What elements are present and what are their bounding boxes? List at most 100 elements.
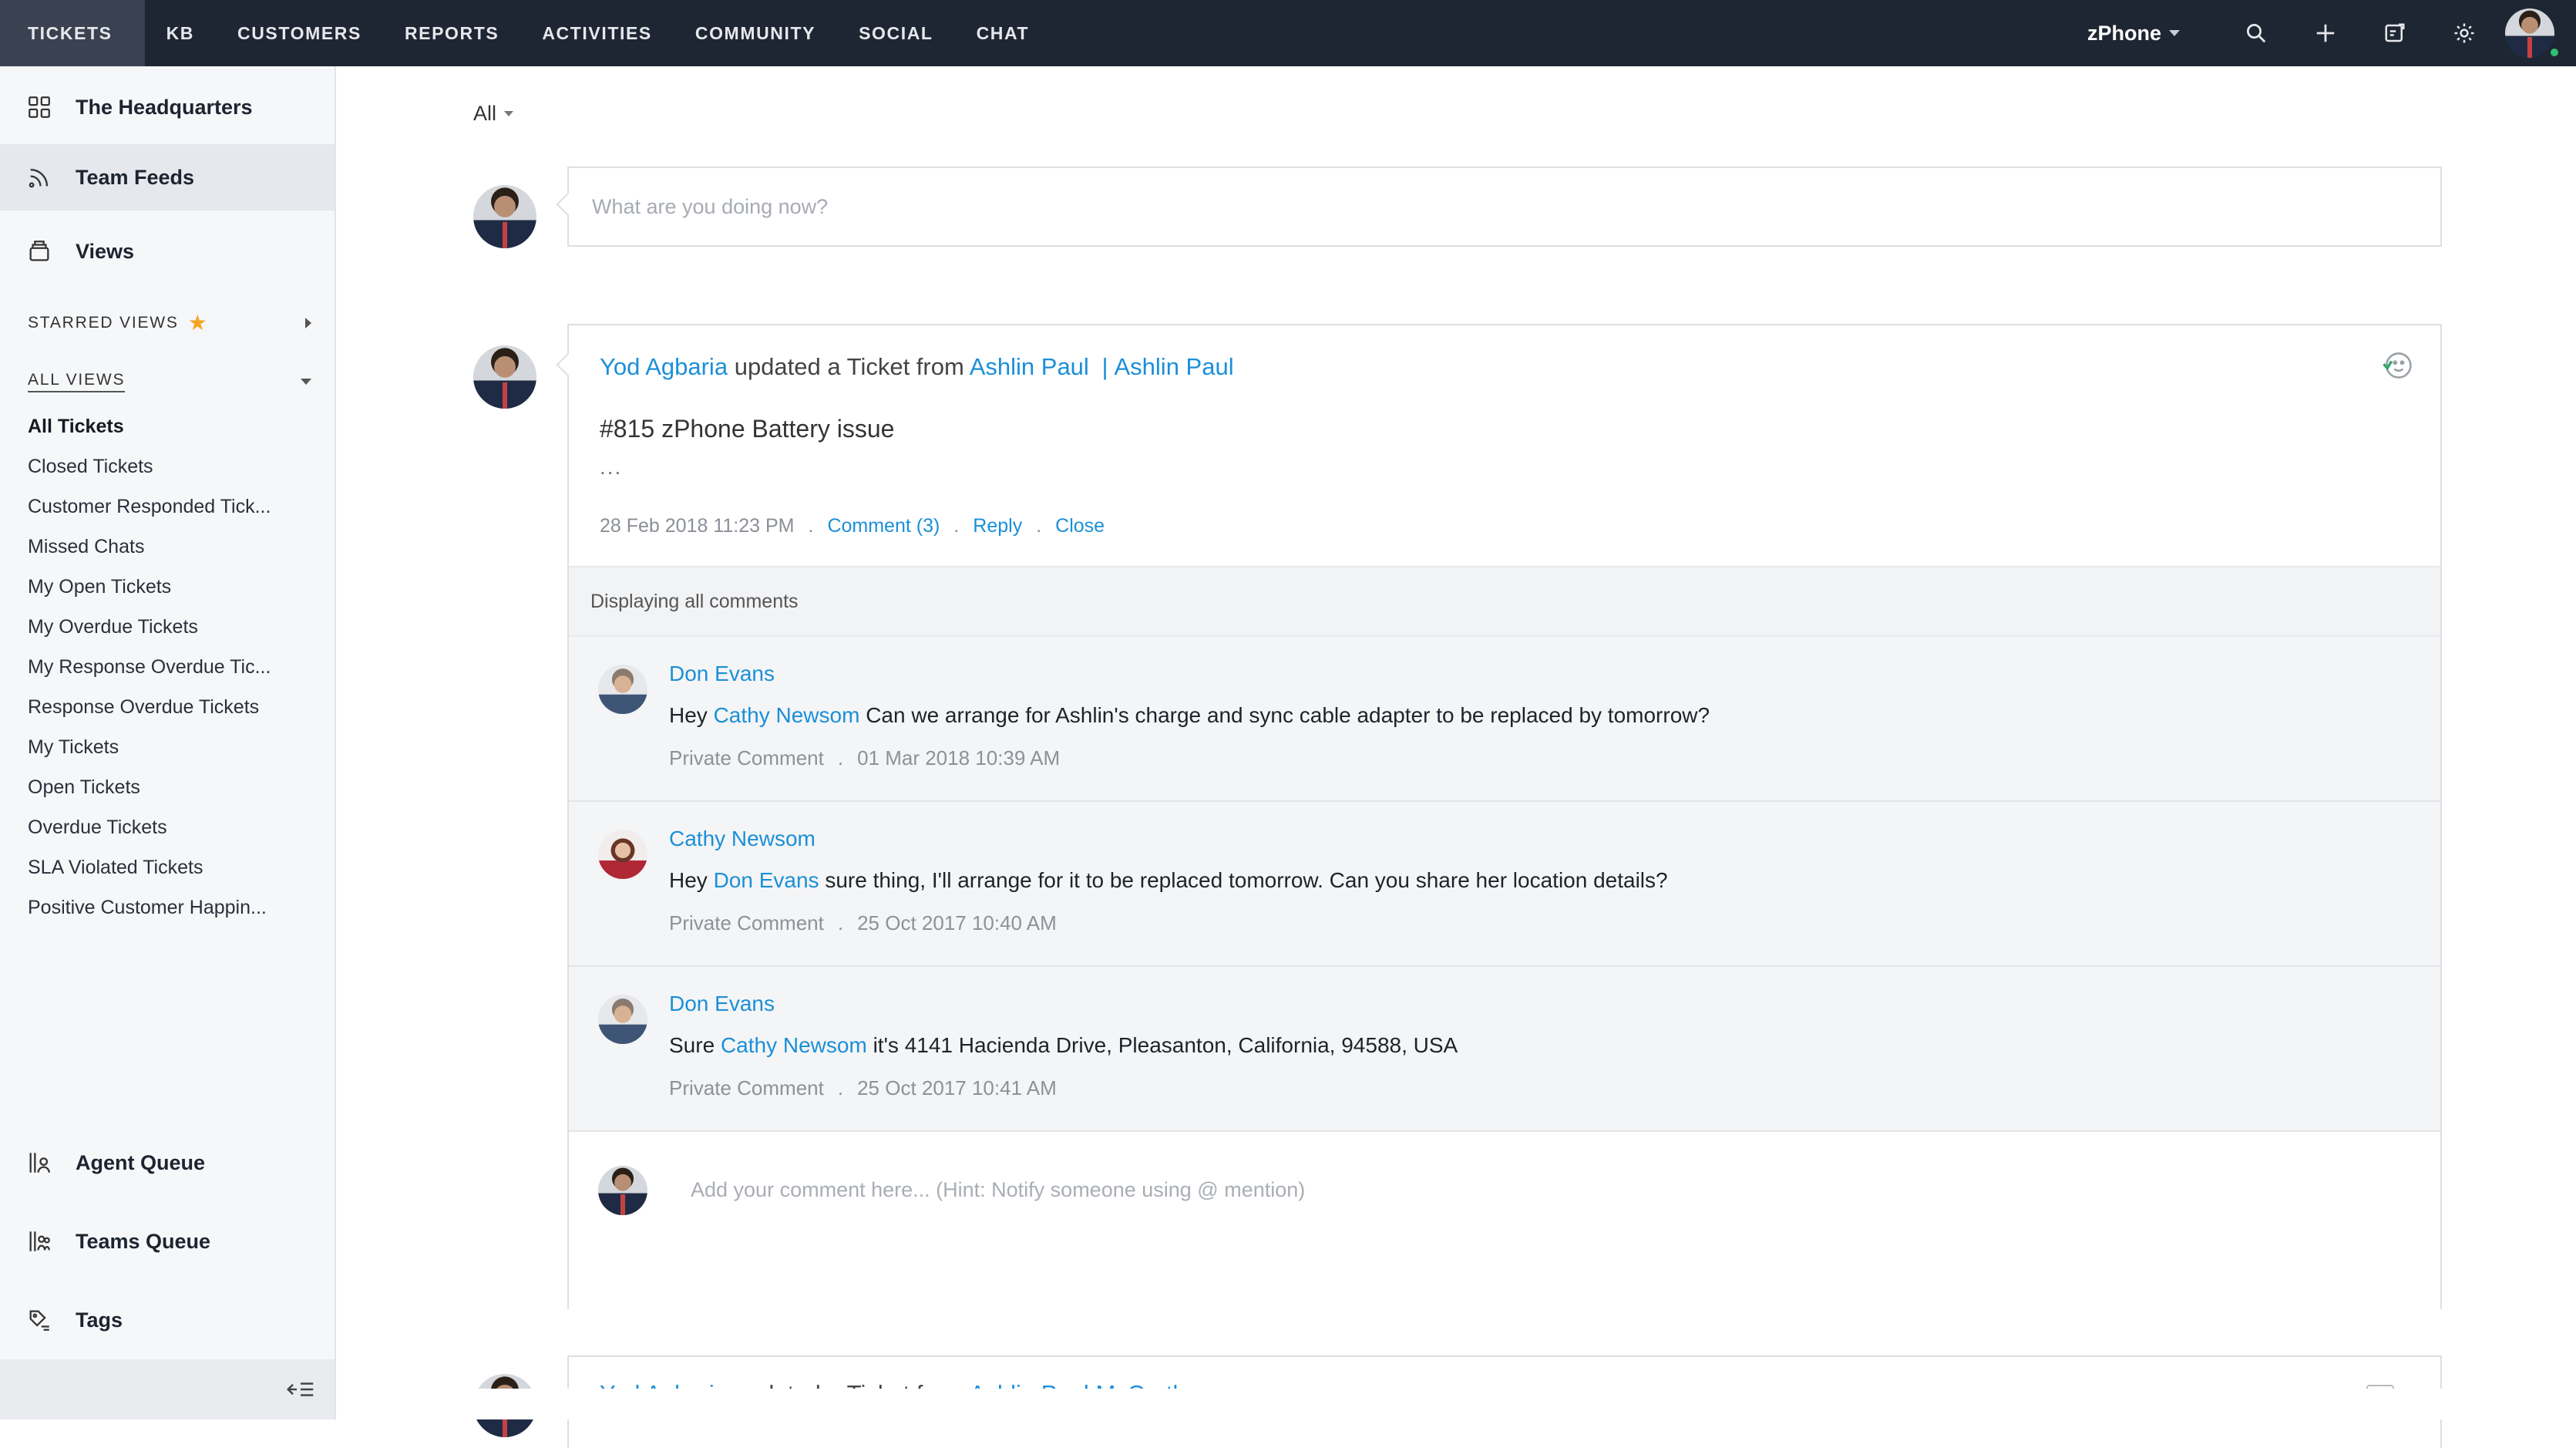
- teams-queue-icon: [29, 1231, 50, 1251]
- sidebar: The Headquarters Team Feeds Views STARRE…: [0, 66, 336, 1419]
- view-closed-tickets[interactable]: Closed Tickets: [0, 446, 335, 487]
- ticket-title[interactable]: #815 zPhone Battery issue: [600, 415, 894, 443]
- feed-card: Yod Agbaria updated a Ticket from Ashlin…: [567, 324, 2442, 1309]
- section-label: STARRED VIEWS: [28, 314, 179, 332]
- top-navigation-bar: TICKETS KB CUSTOMERS REPORTS ACTIVITIES …: [0, 0, 2576, 66]
- comments-header: Displaying all comments: [569, 566, 2440, 637]
- comment-time: 25 Oct 2017 10:40 AM: [857, 911, 1057, 934]
- comment-author[interactable]: Cathy Newsom: [669, 827, 816, 851]
- tab-community[interactable]: COMMUNITY: [674, 0, 837, 66]
- meta-separator: .: [1036, 515, 1042, 537]
- views-icon: [29, 241, 49, 261]
- sidebar-item-label: The Headquarters: [76, 95, 253, 119]
- tab-chat[interactable]: CHAT: [955, 0, 1051, 66]
- star-icon: ★: [187, 311, 209, 335]
- mention-link[interactable]: Cathy Newsom: [714, 703, 860, 727]
- comment-author[interactable]: Don Evans: [669, 662, 775, 686]
- avatar: [598, 665, 647, 714]
- feed-card-meta: 28 Feb 2018 11:23 PM . Comment (3) . Rep…: [600, 515, 1105, 537]
- avatar: [473, 345, 536, 409]
- view-missed-chats[interactable]: Missed Chats: [0, 527, 335, 567]
- search-icon[interactable]: [2221, 0, 2291, 66]
- collapse-icon: [286, 1382, 314, 1396]
- view-my-response-overdue[interactable]: My Response Overdue Tic...: [0, 647, 335, 687]
- more-content-ellipsis[interactable]: ...: [600, 455, 622, 480]
- grid-icon: [29, 96, 50, 118]
- views-list: All Tickets Closed Tickets Customer Resp…: [0, 406, 335, 928]
- sidebar-item-team-feeds[interactable]: Team Feeds: [0, 144, 335, 210]
- viewport-bottom-edge: [336, 1389, 2576, 1419]
- comment-author[interactable]: Don Evans: [669, 992, 775, 1016]
- starred-views-section[interactable]: STARRED VIEWS ★: [0, 303, 335, 343]
- happiness-rating-icon[interactable]: [2380, 349, 2414, 382]
- sidebar-item-views[interactable]: Views: [0, 224, 335, 278]
- view-all-tickets[interactable]: All Tickets: [0, 406, 335, 446]
- meta-separator: .: [837, 746, 844, 769]
- collapse-sidebar-button[interactable]: [0, 1359, 335, 1419]
- gear-icon[interactable]: [2430, 0, 2499, 66]
- comment-type: Private Comment: [669, 911, 824, 934]
- reply-comment-input[interactable]: Add your comment here... (Hint: Notify s…: [691, 1178, 1305, 1202]
- account-link[interactable]: Ashlin Paul: [1115, 353, 1234, 380]
- reply-link[interactable]: Reply: [973, 515, 1022, 537]
- comment-meta: Private Comment . 25 Oct 2017 10:40 AM: [669, 911, 1057, 935]
- tab-kb[interactable]: KB: [145, 0, 216, 66]
- feed-filter-dropdown[interactable]: All: [473, 102, 514, 126]
- chevron-down-icon: [504, 111, 514, 116]
- view-overdue-tickets[interactable]: Overdue Tickets: [0, 807, 335, 847]
- tab-reports[interactable]: REPORTS: [383, 0, 520, 66]
- sidebar-item-tags[interactable]: Tags: [0, 1281, 335, 1359]
- contact-link[interactable]: Ashlin Paul: [970, 353, 1089, 380]
- view-my-tickets[interactable]: My Tickets: [0, 727, 335, 767]
- chevron-down-icon: [301, 379, 311, 385]
- actor-link[interactable]: Yod Agbaria: [600, 353, 728, 380]
- sidebar-item-teams-queue[interactable]: Teams Queue: [0, 1202, 335, 1281]
- sidebar-item-label: Teams Queue: [76, 1229, 211, 1253]
- reply-comment-box[interactable]: Add your comment here... (Hint: Notify s…: [569, 1132, 2440, 1309]
- avatar: [598, 1166, 647, 1215]
- avatar: [598, 830, 647, 879]
- comment-text: Hey Don Evans sure thing, I'll arrange f…: [669, 868, 1668, 893]
- view-customer-responded[interactable]: Customer Responded Tick...: [0, 487, 335, 527]
- view-sla-violated[interactable]: SLA Violated Tickets: [0, 847, 335, 887]
- comment-body: Can we arrange for Ashlin's charge and s…: [866, 703, 1710, 727]
- comment-item: Don Evans Hey Cathy Newsom Can we arrang…: [569, 637, 2440, 802]
- tab-customers[interactable]: CUSTOMERS: [216, 0, 383, 66]
- status-compose-input[interactable]: What are you doing now?: [567, 167, 2442, 247]
- view-response-overdue[interactable]: Response Overdue Tickets: [0, 687, 335, 727]
- sidebar-item-agent-queue[interactable]: Agent Queue: [0, 1123, 335, 1202]
- sidebar-item-headquarters[interactable]: The Headquarters: [0, 83, 335, 132]
- section-label: ALL VIEWS: [28, 371, 126, 392]
- filter-value: All: [473, 102, 497, 125]
- comment-type: Private Comment: [669, 1076, 824, 1099]
- plus-icon[interactable]: [2291, 0, 2360, 66]
- feed-card-header: Yod Agbaria updated a Ticket from Ashlin…: [600, 353, 1234, 381]
- comment-prefix: Sure: [669, 1033, 715, 1057]
- compose-icon[interactable]: [2360, 0, 2430, 66]
- close-link[interactable]: Close: [1055, 515, 1105, 537]
- mention-link[interactable]: Cathy Newsom: [721, 1033, 867, 1057]
- tab-activities[interactable]: ACTIVITIES: [520, 0, 674, 66]
- sidebar-item-label: Views: [76, 239, 135, 263]
- online-status-icon: [2548, 46, 2561, 59]
- comment-meta: Private Comment . 25 Oct 2017 10:41 AM: [669, 1076, 1057, 1100]
- agent-queue-icon: [29, 1153, 50, 1173]
- view-open-tickets[interactable]: Open Tickets: [0, 767, 335, 807]
- sidebar-item-label: Agent Queue: [76, 1150, 206, 1174]
- chevron-right-icon: [305, 318, 311, 328]
- all-views-section[interactable]: ALL VIEWS: [0, 362, 335, 402]
- view-my-overdue-tickets[interactable]: My Overdue Tickets: [0, 607, 335, 647]
- department-selector[interactable]: zPhone: [2087, 22, 2180, 45]
- view-my-open-tickets[interactable]: My Open Tickets: [0, 567, 335, 607]
- comment-link[interactable]: Comment (3): [827, 515, 940, 537]
- view-positive-happiness[interactable]: Positive Customer Happin...: [0, 887, 335, 928]
- feed-icon: [29, 168, 49, 188]
- comment-time: 01 Mar 2018 10:39 AM: [857, 746, 1061, 769]
- topbar-actions: zPhone: [2087, 0, 2576, 66]
- mention-link[interactable]: Don Evans: [714, 868, 819, 892]
- avatar: [473, 185, 536, 248]
- user-avatar-button[interactable]: [2505, 0, 2562, 66]
- sidebar-item-label: Team Feeds: [76, 165, 195, 189]
- tab-social[interactable]: SOCIAL: [837, 0, 955, 66]
- tab-tickets[interactable]: TICKETS: [0, 0, 145, 66]
